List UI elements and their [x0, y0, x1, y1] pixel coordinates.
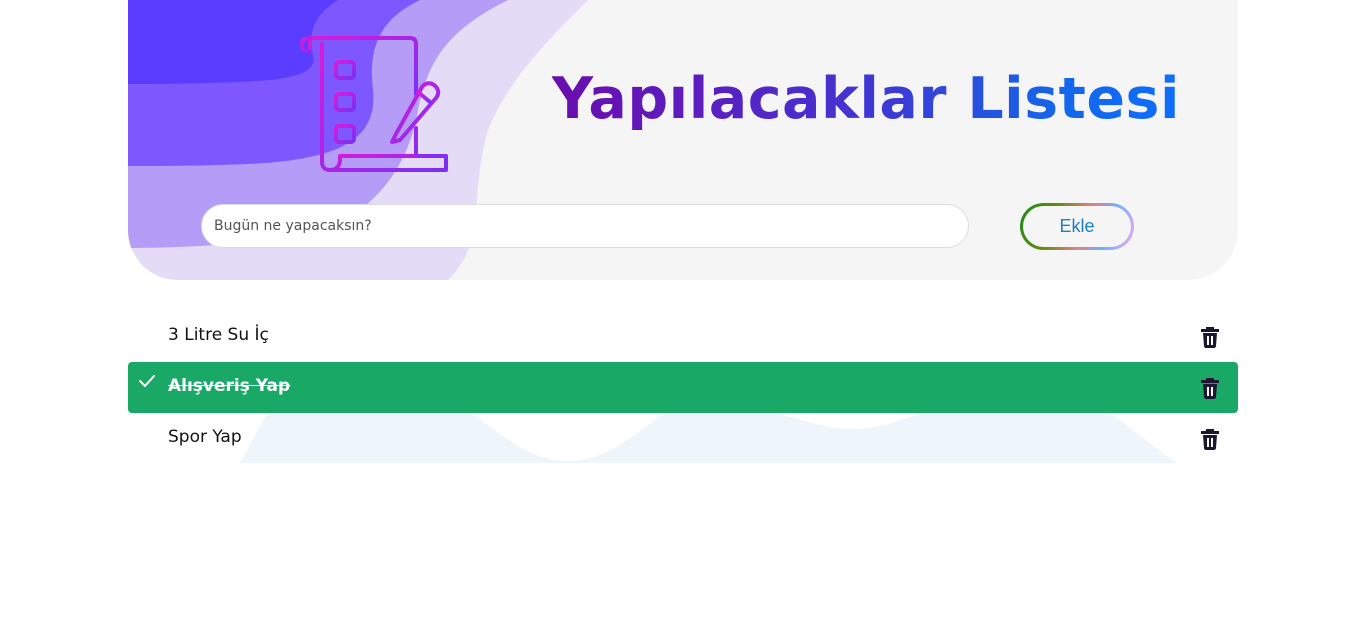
- todo-item[interactable]: 3 Litre Su İç: [128, 311, 1238, 362]
- todo-text: Spor Yap: [168, 427, 242, 447]
- check-icon: [139, 373, 155, 387]
- add-button[interactable]: Ekle: [1023, 206, 1131, 247]
- trash-icon[interactable]: [1200, 428, 1220, 450]
- todo-list-area: 3 Litre Su İç Alışveriş Yap Spor Yap: [128, 311, 1238, 463]
- todo-item[interactable]: Alışveriş Yap: [128, 362, 1238, 413]
- todo-text: Alışveriş Yap: [168, 376, 291, 396]
- checklist-pencil-icon: [300, 36, 448, 172]
- todo-text: 3 Litre Su İç: [168, 325, 269, 345]
- add-button-border: Ekle: [1020, 203, 1134, 250]
- todo-item[interactable]: Spor Yap: [128, 413, 1238, 464]
- todo-input[interactable]: [201, 204, 969, 248]
- app-title: Yapılacaklar Listesi: [551, 66, 1180, 132]
- trash-icon[interactable]: [1200, 326, 1220, 348]
- trash-icon[interactable]: [1200, 377, 1220, 399]
- todo-list: 3 Litre Su İç Alışveriş Yap Spor Yap: [128, 311, 1238, 464]
- header-card: Yapılacaklar Listesi Ekle: [128, 0, 1238, 280]
